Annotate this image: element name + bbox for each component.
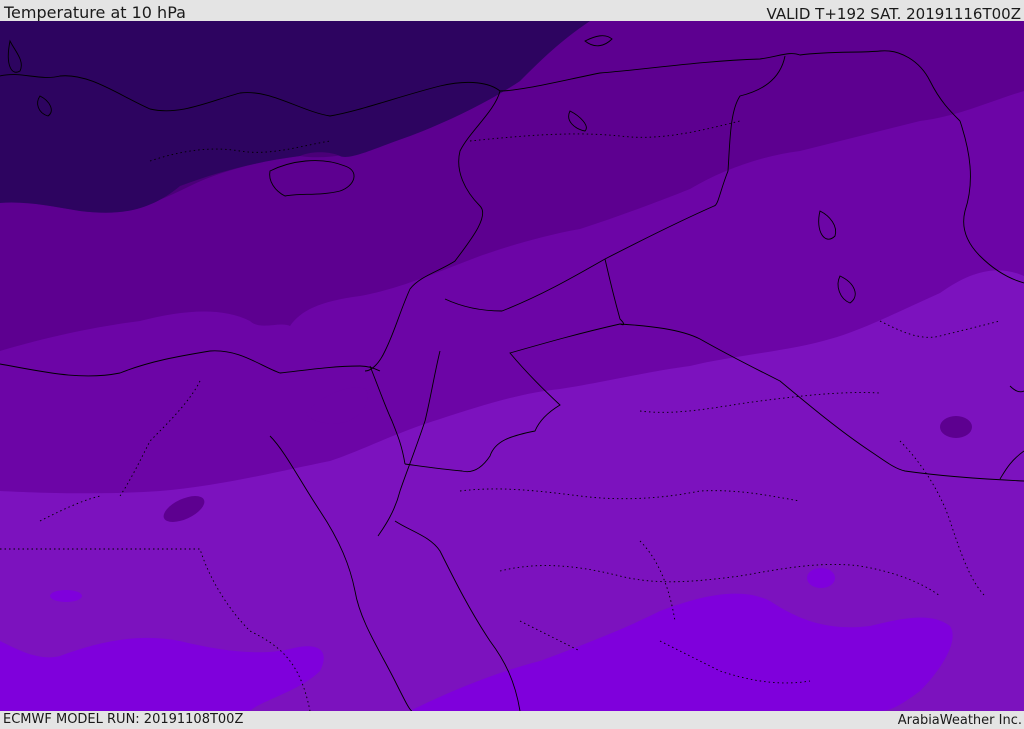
cool-pocket-2 (940, 416, 972, 438)
temperature-map[interactable] (0, 21, 1024, 711)
weather-map-frame: Temperature at 10 hPa VALID T+192 SAT. 2… (0, 0, 1024, 729)
map-canvas (0, 21, 1024, 711)
footer-bar: ECMWF MODEL RUN: 20191108T00Z ArabiaWeat… (0, 711, 1024, 729)
warm-pocket-1 (50, 590, 82, 602)
model-run-label: ECMWF MODEL RUN: 20191108T00Z (3, 712, 244, 727)
credit-label: ArabiaWeather Inc. (897, 713, 1022, 728)
warm-pocket-2 (807, 568, 835, 588)
header-bar: Temperature at 10 hPa VALID T+192 SAT. 2… (0, 0, 1024, 23)
map-title: Temperature at 10 hPa (4, 3, 186, 22)
